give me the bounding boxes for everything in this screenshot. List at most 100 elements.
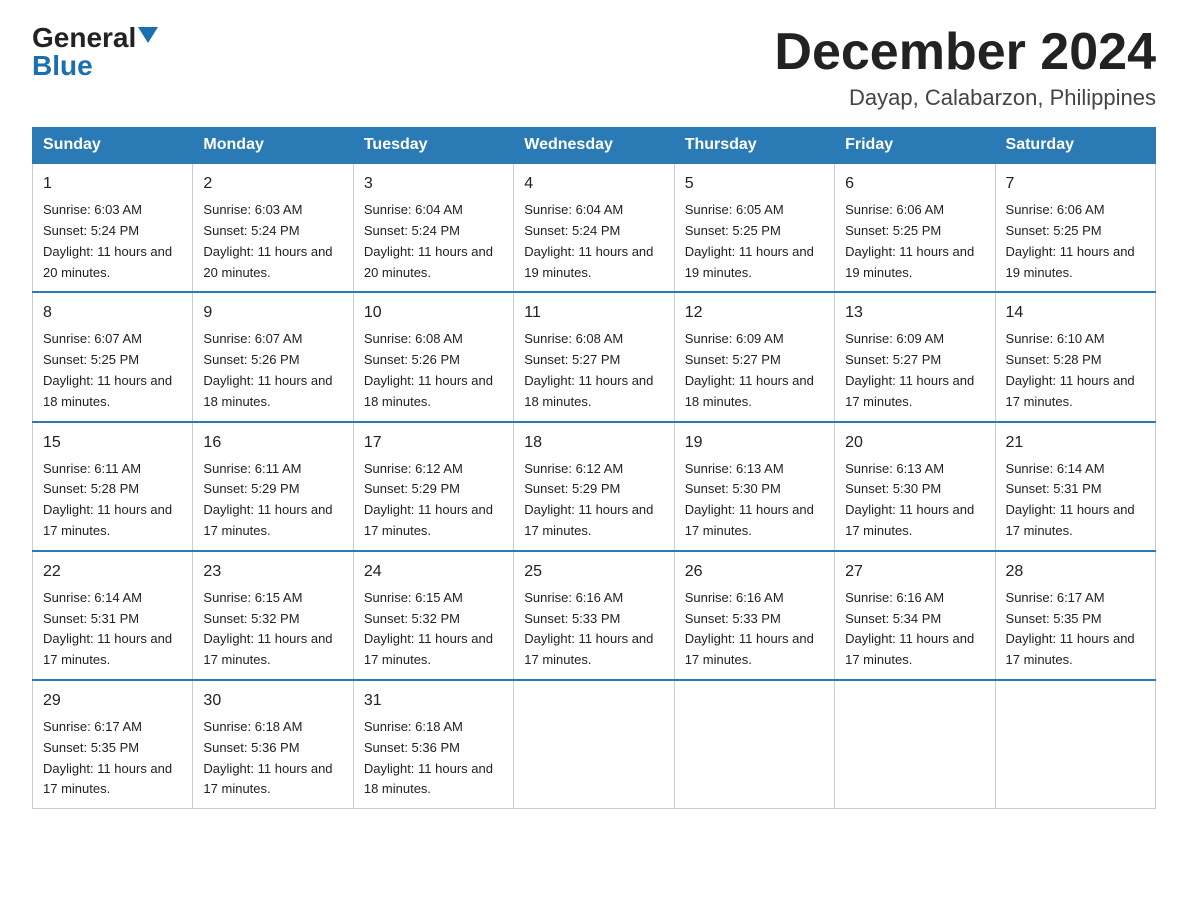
day-info: Sunrise: 6:04 AMSunset: 5:24 PMDaylight:…: [524, 202, 653, 279]
calendar-cell: [674, 680, 834, 809]
calendar-cell: [995, 680, 1155, 809]
calendar-cell: 5 Sunrise: 6:05 AMSunset: 5:25 PMDayligh…: [674, 163, 834, 292]
calendar-cell: 31 Sunrise: 6:18 AMSunset: 5:36 PMDaylig…: [353, 680, 513, 809]
day-number: 21: [1006, 431, 1145, 455]
day-info: Sunrise: 6:13 AMSunset: 5:30 PMDaylight:…: [685, 461, 814, 538]
page-header: General Blue December 2024 Dayap, Calaba…: [32, 24, 1156, 111]
title-block: December 2024 Dayap, Calabarzon, Philipp…: [774, 24, 1156, 111]
day-number: 18: [524, 431, 663, 455]
calendar-cell: 13 Sunrise: 6:09 AMSunset: 5:27 PMDaylig…: [835, 292, 995, 421]
weekday-header-tuesday: Tuesday: [353, 128, 513, 164]
day-info: Sunrise: 6:14 AMSunset: 5:31 PMDaylight:…: [43, 590, 172, 667]
weekday-header-sunday: Sunday: [33, 128, 193, 164]
day-info: Sunrise: 6:07 AMSunset: 5:25 PMDaylight:…: [43, 331, 172, 408]
calendar-cell: 18 Sunrise: 6:12 AMSunset: 5:29 PMDaylig…: [514, 422, 674, 551]
day-info: Sunrise: 6:12 AMSunset: 5:29 PMDaylight:…: [364, 461, 493, 538]
day-number: 26: [685, 560, 824, 584]
day-info: Sunrise: 6:16 AMSunset: 5:33 PMDaylight:…: [685, 590, 814, 667]
day-number: 31: [364, 689, 503, 713]
day-number: 12: [685, 301, 824, 325]
day-number: 13: [845, 301, 984, 325]
calendar-cell: 26 Sunrise: 6:16 AMSunset: 5:33 PMDaylig…: [674, 551, 834, 680]
day-info: Sunrise: 6:11 AMSunset: 5:28 PMDaylight:…: [43, 461, 172, 538]
calendar-cell: 4 Sunrise: 6:04 AMSunset: 5:24 PMDayligh…: [514, 163, 674, 292]
day-number: 17: [364, 431, 503, 455]
calendar-week-row: 22 Sunrise: 6:14 AMSunset: 5:31 PMDaylig…: [33, 551, 1156, 680]
day-info: Sunrise: 6:18 AMSunset: 5:36 PMDaylight:…: [203, 719, 332, 796]
weekday-header-friday: Friday: [835, 128, 995, 164]
day-number: 9: [203, 301, 342, 325]
day-info: Sunrise: 6:14 AMSunset: 5:31 PMDaylight:…: [1006, 461, 1135, 538]
day-info: Sunrise: 6:03 AMSunset: 5:24 PMDaylight:…: [203, 202, 332, 279]
day-number: 23: [203, 560, 342, 584]
day-number: 11: [524, 301, 663, 325]
calendar-cell: 1 Sunrise: 6:03 AMSunset: 5:24 PMDayligh…: [33, 163, 193, 292]
calendar-cell: 24 Sunrise: 6:15 AMSunset: 5:32 PMDaylig…: [353, 551, 513, 680]
calendar-cell: 8 Sunrise: 6:07 AMSunset: 5:25 PMDayligh…: [33, 292, 193, 421]
calendar-week-row: 8 Sunrise: 6:07 AMSunset: 5:25 PMDayligh…: [33, 292, 1156, 421]
day-number: 28: [1006, 560, 1145, 584]
calendar-week-row: 1 Sunrise: 6:03 AMSunset: 5:24 PMDayligh…: [33, 163, 1156, 292]
day-number: 14: [1006, 301, 1145, 325]
calendar-cell: 7 Sunrise: 6:06 AMSunset: 5:25 PMDayligh…: [995, 163, 1155, 292]
weekday-header-row: SundayMondayTuesdayWednesdayThursdayFrid…: [33, 128, 1156, 164]
calendar-cell: 12 Sunrise: 6:09 AMSunset: 5:27 PMDaylig…: [674, 292, 834, 421]
calendar-cell: 2 Sunrise: 6:03 AMSunset: 5:24 PMDayligh…: [193, 163, 353, 292]
calendar-cell: [514, 680, 674, 809]
day-number: 10: [364, 301, 503, 325]
day-info: Sunrise: 6:05 AMSunset: 5:25 PMDaylight:…: [685, 202, 814, 279]
calendar-cell: 23 Sunrise: 6:15 AMSunset: 5:32 PMDaylig…: [193, 551, 353, 680]
day-number: 2: [203, 172, 342, 196]
day-number: 1: [43, 172, 182, 196]
day-number: 20: [845, 431, 984, 455]
day-info: Sunrise: 6:08 AMSunset: 5:26 PMDaylight:…: [364, 331, 493, 408]
day-info: Sunrise: 6:06 AMSunset: 5:25 PMDaylight:…: [1006, 202, 1135, 279]
day-info: Sunrise: 6:03 AMSunset: 5:24 PMDaylight:…: [43, 202, 172, 279]
weekday-header-thursday: Thursday: [674, 128, 834, 164]
calendar-cell: 21 Sunrise: 6:14 AMSunset: 5:31 PMDaylig…: [995, 422, 1155, 551]
calendar-cell: 10 Sunrise: 6:08 AMSunset: 5:26 PMDaylig…: [353, 292, 513, 421]
day-number: 3: [364, 172, 503, 196]
day-number: 25: [524, 560, 663, 584]
day-number: 7: [1006, 172, 1145, 196]
day-number: 22: [43, 560, 182, 584]
day-info: Sunrise: 6:12 AMSunset: 5:29 PMDaylight:…: [524, 461, 653, 538]
calendar-cell: 29 Sunrise: 6:17 AMSunset: 5:35 PMDaylig…: [33, 680, 193, 809]
day-info: Sunrise: 6:16 AMSunset: 5:33 PMDaylight:…: [524, 590, 653, 667]
calendar-cell: [835, 680, 995, 809]
day-info: Sunrise: 6:09 AMSunset: 5:27 PMDaylight:…: [685, 331, 814, 408]
day-number: 27: [845, 560, 984, 584]
day-number: 30: [203, 689, 342, 713]
calendar-cell: 9 Sunrise: 6:07 AMSunset: 5:26 PMDayligh…: [193, 292, 353, 421]
day-number: 29: [43, 689, 182, 713]
weekday-header-wednesday: Wednesday: [514, 128, 674, 164]
calendar-week-row: 29 Sunrise: 6:17 AMSunset: 5:35 PMDaylig…: [33, 680, 1156, 809]
calendar-week-row: 15 Sunrise: 6:11 AMSunset: 5:28 PMDaylig…: [33, 422, 1156, 551]
day-info: Sunrise: 6:08 AMSunset: 5:27 PMDaylight:…: [524, 331, 653, 408]
day-number: 15: [43, 431, 182, 455]
calendar-cell: 30 Sunrise: 6:18 AMSunset: 5:36 PMDaylig…: [193, 680, 353, 809]
day-info: Sunrise: 6:16 AMSunset: 5:34 PMDaylight:…: [845, 590, 974, 667]
weekday-header-monday: Monday: [193, 128, 353, 164]
calendar-cell: 22 Sunrise: 6:14 AMSunset: 5:31 PMDaylig…: [33, 551, 193, 680]
day-info: Sunrise: 6:04 AMSunset: 5:24 PMDaylight:…: [364, 202, 493, 279]
day-number: 5: [685, 172, 824, 196]
logo: General Blue: [32, 24, 158, 80]
calendar-cell: 27 Sunrise: 6:16 AMSunset: 5:34 PMDaylig…: [835, 551, 995, 680]
day-info: Sunrise: 6:09 AMSunset: 5:27 PMDaylight:…: [845, 331, 974, 408]
calendar-cell: 19 Sunrise: 6:13 AMSunset: 5:30 PMDaylig…: [674, 422, 834, 551]
day-number: 16: [203, 431, 342, 455]
calendar-cell: 20 Sunrise: 6:13 AMSunset: 5:30 PMDaylig…: [835, 422, 995, 551]
weekday-header-saturday: Saturday: [995, 128, 1155, 164]
calendar-cell: 17 Sunrise: 6:12 AMSunset: 5:29 PMDaylig…: [353, 422, 513, 551]
calendar-table: SundayMondayTuesdayWednesdayThursdayFrid…: [32, 127, 1156, 809]
calendar-cell: 25 Sunrise: 6:16 AMSunset: 5:33 PMDaylig…: [514, 551, 674, 680]
logo-general-text: General: [32, 24, 136, 52]
day-number: 6: [845, 172, 984, 196]
calendar-cell: 16 Sunrise: 6:11 AMSunset: 5:29 PMDaylig…: [193, 422, 353, 551]
page-title: December 2024: [774, 24, 1156, 81]
day-info: Sunrise: 6:17 AMSunset: 5:35 PMDaylight:…: [43, 719, 172, 796]
day-info: Sunrise: 6:15 AMSunset: 5:32 PMDaylight:…: [364, 590, 493, 667]
day-info: Sunrise: 6:11 AMSunset: 5:29 PMDaylight:…: [203, 461, 332, 538]
logo-blue-text: Blue: [32, 52, 93, 80]
